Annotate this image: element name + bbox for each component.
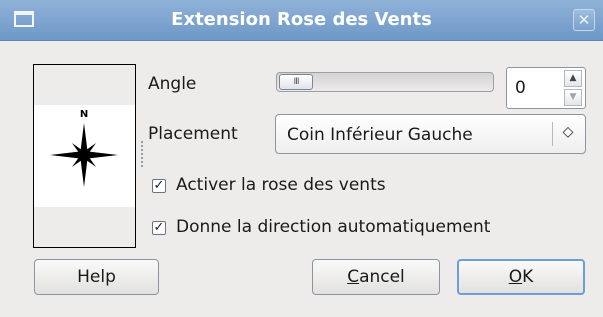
close-button[interactable]: ✕: [573, 9, 595, 31]
ok-mnemonic: O: [508, 267, 523, 287]
angle-spinbox[interactable]: 0 ▲ ▼: [506, 67, 586, 109]
angle-slider[interactable]: III: [276, 72, 494, 92]
title-bar[interactable]: Extension Rose des Vents ✕: [0, 0, 603, 41]
placement-label: Placement: [148, 124, 238, 144]
angle-value[interactable]: 0: [515, 78, 526, 98]
cancel-mnemonic: C: [347, 267, 360, 287]
placement-selected: Coin Inférieur Gauche: [287, 125, 473, 145]
spin-down-icon[interactable]: ▼: [564, 89, 582, 106]
cancel-label: ancel: [359, 267, 405, 287]
checkbox-auto-direction-box[interactable]: ✓: [152, 221, 166, 235]
ok-button[interactable]: OK: [457, 259, 585, 295]
cancel-button[interactable]: Cancel: [312, 259, 440, 295]
checkbox-enable-rose-label[interactable]: Activer la rose des vents: [176, 175, 386, 195]
angle-label: Angle: [148, 74, 197, 94]
help-button[interactable]: Help: [34, 259, 159, 295]
angle-slider-thumb[interactable]: III: [279, 74, 313, 90]
combo-separator: [552, 122, 553, 146]
north-label: N: [80, 109, 88, 120]
ok-label: K: [522, 267, 534, 287]
window-title: Extension Rose des Vents: [171, 9, 432, 30]
spin-up-icon[interactable]: ▲: [564, 70, 582, 87]
placement-combobox[interactable]: Coin Inférieur Gauche ◇: [275, 114, 586, 154]
resize-grip[interactable]: [140, 140, 144, 168]
checkbox-enable-rose-box[interactable]: ✓: [152, 179, 166, 193]
checkbox-auto-direction-label[interactable]: Donne la direction automatiquement: [176, 217, 490, 237]
compass-rose-icon: N: [50, 109, 118, 187]
compass-rose-preview: N: [33, 64, 136, 248]
updown-arrow-icon: ◇: [562, 124, 574, 140]
